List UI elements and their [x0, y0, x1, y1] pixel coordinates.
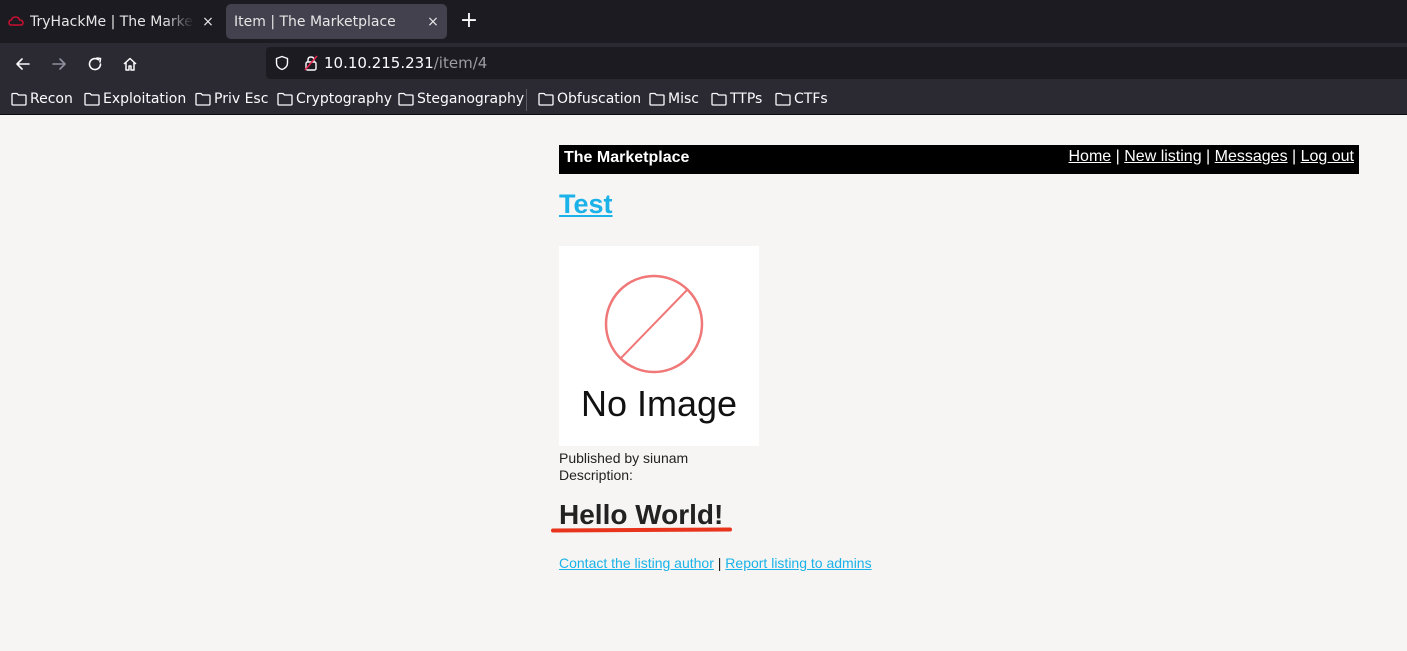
nav-separator: |: [1201, 148, 1215, 165]
shield-icon[interactable]: [274, 55, 290, 71]
bookmark-label: Obfuscation: [557, 91, 642, 107]
tab-title: Item | The Marketplace: [234, 13, 396, 30]
bookmark-folder-priv-esc[interactable]: Priv Esc: [195, 90, 268, 108]
no-image-placeholder-graphic: No Image: [581, 274, 737, 424]
folder-icon: [649, 92, 665, 106]
bookmarks-toolbar: Recon Exploitation Priv Esc Cryptography…: [0, 84, 1407, 115]
url-text[interactable]: 10.10.215.231/item/4: [324, 54, 487, 72]
nav-home-link[interactable]: Home: [1069, 148, 1112, 165]
home-button[interactable]: [115, 49, 145, 79]
address-bar[interactable]: 10.10.215.231/item/4: [266, 47, 1407, 79]
folder-icon: [711, 92, 727, 106]
site-nav: Home | New listing | Messages | Log out: [1069, 148, 1355, 166]
new-tab-button[interactable]: +: [455, 8, 483, 36]
bookmark-separator: [526, 89, 527, 111]
annotation-underline: [550, 527, 733, 533]
folder-icon: [84, 92, 100, 106]
description-label: Description:: [559, 467, 633, 483]
close-tab-icon[interactable]: ×: [194, 14, 222, 30]
listing-image-placeholder: No Image: [559, 246, 759, 446]
insecure-lock-icon[interactable]: [304, 55, 318, 71]
bookmark-folder-steganography[interactable]: Steganography: [398, 90, 524, 108]
bookmark-label: TTPs: [730, 91, 763, 107]
contact-author-link[interactable]: Contact the listing author: [559, 555, 714, 571]
bookmark-label: Exploitation: [103, 91, 187, 107]
bookmark-label: Cryptography: [296, 91, 393, 107]
tryhackme-favicon-icon: [8, 15, 24, 26]
no-image-label: No Image: [581, 383, 737, 424]
folder-icon: [277, 92, 293, 106]
tab-title: TryHackMe | The Marketplace: [30, 13, 194, 30]
folder-icon: [538, 92, 554, 106]
listing-title-link[interactable]: Test: [559, 189, 613, 220]
bookmark-folder-recon[interactable]: Recon: [11, 90, 73, 108]
bookmark-folder-cryptography[interactable]: Cryptography: [277, 90, 392, 108]
back-arrow-icon: [16, 58, 30, 70]
bookmark-label: Priv Esc: [214, 91, 269, 107]
listing-description: Hello World!: [559, 499, 724, 530]
folder-icon: [195, 92, 211, 106]
home-icon: [123, 57, 137, 71]
listing-meta: Published by siunam Description:: [559, 450, 688, 484]
reload-icon: [88, 57, 102, 71]
bookmark-label: Misc: [668, 91, 699, 107]
bookmark-label: Steganography: [417, 91, 525, 107]
site-header: The Marketplace Home | New listing | Mes…: [559, 145, 1359, 174]
tab-tryhackme[interactable]: TryHackMe | The Marketplace ×: [0, 4, 222, 39]
report-listing-link[interactable]: Report listing to admins: [725, 555, 871, 571]
nav-logout-link[interactable]: Log out: [1301, 148, 1354, 165]
nav-separator: |: [1287, 148, 1301, 165]
back-button[interactable]: [8, 49, 38, 79]
reload-button[interactable]: [80, 49, 110, 79]
bookmark-label: Recon: [30, 91, 73, 107]
bookmark-label: CTFs: [794, 91, 828, 107]
forward-arrow-icon: [52, 58, 66, 70]
nav-new-listing-link[interactable]: New listing: [1124, 148, 1201, 165]
bookmark-folder-ttps[interactable]: TTPs: [711, 90, 762, 108]
tab-item-marketplace[interactable]: Item | The Marketplace ×: [226, 4, 447, 39]
forward-button[interactable]: [44, 49, 74, 79]
folder-icon: [775, 92, 791, 106]
folder-icon: [11, 92, 27, 106]
folder-icon: [398, 92, 414, 106]
listing-actions: Contact the listing author | Report list…: [559, 555, 872, 571]
page-content: The Marketplace Home | New listing | Mes…: [0, 115, 1407, 651]
bookmark-folder-obfuscation[interactable]: Obfuscation: [538, 90, 641, 108]
close-tab-icon[interactable]: ×: [419, 14, 447, 30]
nav-separator: |: [1111, 148, 1125, 165]
published-by: Published by siunam: [559, 450, 689, 466]
nav-messages-link[interactable]: Messages: [1215, 148, 1288, 165]
bookmark-folder-exploitation[interactable]: Exploitation: [84, 90, 186, 108]
site-brand: The Marketplace: [564, 149, 690, 166]
bookmark-folder-misc[interactable]: Misc: [649, 90, 699, 108]
url-path: /item/4: [433, 54, 488, 72]
action-separator: |: [713, 555, 726, 571]
url-host: 10.10.215.231: [324, 54, 434, 72]
tab-strip: TryHackMe | The Marketplace × Item | The…: [0, 0, 1407, 43]
bookmark-folder-ctfs[interactable]: CTFs: [775, 90, 828, 108]
